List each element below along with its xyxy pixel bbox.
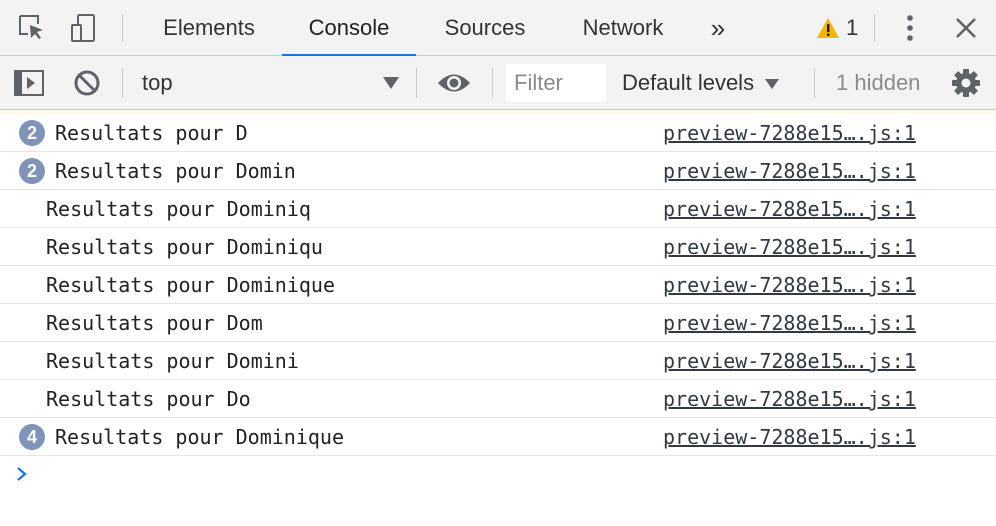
console-message-row: Resultats pour Dom preview-7288e15….js:1 (0, 304, 996, 342)
tab-network[interactable]: Network (556, 0, 690, 56)
sidebar-toggle-icon[interactable] (12, 56, 46, 110)
chevron-down-icon (764, 70, 780, 96)
console-message-row: 2 Resultats pour Domin preview-7288e15….js… (0, 152, 996, 190)
devtools-tabbar: Elements Console Sources Network » 1 (0, 0, 996, 57)
console-message-text: Resultats pour Domin (55, 159, 296, 183)
console-message-text: Resultats pour Dominique (46, 273, 335, 297)
source-link[interactable]: preview-7288e15….js:1 (663, 380, 916, 418)
clear-console-icon[interactable] (70, 56, 104, 110)
warning-icon[interactable] (814, 0, 842, 56)
source-link[interactable]: preview-7288e15….js:1 (663, 190, 916, 228)
console-message-text: Resultats pour Domini (46, 349, 299, 373)
repeat-count-badge: 2 (19, 120, 45, 146)
source-link[interactable]: preview-7288e15….js:1 (663, 152, 916, 190)
hidden-messages-count: 1 hidden (836, 70, 921, 95)
console-message-row: Resultats pour Dominiqu preview-7288e15….… (0, 228, 996, 266)
more-options-icon[interactable] (896, 0, 924, 56)
context-selector[interactable]: top (142, 56, 173, 110)
console-message-row: Resultats pour Dominique preview-7288e15…… (0, 266, 996, 304)
source-link[interactable]: preview-7288e15….js:1 (663, 114, 916, 152)
repeat-count-badge: 2 (19, 158, 45, 184)
console-message-text: Resultats pour Do (46, 387, 251, 411)
warning-count[interactable]: 1 (846, 0, 858, 56)
toolbar-divider (814, 68, 815, 98)
toolbar-divider (122, 14, 123, 42)
console-message-row: 4 Resultats pour Dominique preview-7288e15… (0, 418, 996, 456)
console-message-row: Resultats pour Domini preview-7288e15….js… (0, 342, 996, 380)
source-link[interactable]: preview-7288e15….js:1 (663, 418, 916, 456)
console-messages: 2 Resultats pour Dpreview-7288e15….js:1 2 R… (0, 110, 996, 456)
filter-input[interactable]: Filter (506, 64, 606, 102)
console-message-text: Resultats pour D (55, 121, 248, 145)
tab-sources[interactable]: Sources (422, 0, 548, 56)
toolbar-divider (874, 14, 875, 42)
live-expression-eye-icon[interactable] (434, 56, 474, 110)
close-icon[interactable] (950, 0, 982, 56)
console-prompt-chevron-icon[interactable] (16, 460, 36, 488)
log-levels-dropdown[interactable]: Default levels (622, 56, 780, 110)
repeat-count-badge: 4 (19, 424, 45, 450)
tab-console[interactable]: Console (282, 0, 416, 57)
console-message-row: 2 Resultats pour D preview-7288e15….js:1 (0, 114, 996, 152)
toolbar-divider (492, 68, 493, 98)
more-tabs-button[interactable]: » (700, 0, 736, 56)
gear-icon[interactable] (948, 56, 984, 110)
log-levels-label: Default levels (622, 70, 755, 95)
tab-elements[interactable]: Elements (142, 0, 276, 56)
device-toolbar-icon[interactable] (66, 0, 102, 56)
toolbar-divider (416, 68, 417, 98)
console-message-text: Resultats pour Dominiq (46, 197, 311, 221)
console-toolbar: top Filter Default levels 1 hidden (0, 56, 996, 110)
source-link[interactable]: preview-7288e15….js:1 (663, 228, 916, 266)
console-message-text: Resultats pour Dom (46, 311, 263, 335)
chevron-down-icon[interactable] (382, 56, 400, 110)
console-message-row: Resultats pour Dominiq preview-7288e15….j… (0, 190, 996, 228)
source-link[interactable]: preview-7288e15….js:1 (663, 342, 916, 380)
toolbar-divider (122, 68, 123, 98)
source-link[interactable]: preview-7288e15….js:1 (663, 266, 916, 304)
console-message-text: Resultats pour Dominiqu (46, 235, 323, 259)
inspect-element-icon[interactable] (14, 0, 50, 56)
console-message-row: Resultats pour Do preview-7288e15….js:1 (0, 380, 996, 418)
console-message-text: Resultats pour Dominique (55, 425, 344, 449)
source-link[interactable]: preview-7288e15….js:1 (663, 304, 916, 342)
